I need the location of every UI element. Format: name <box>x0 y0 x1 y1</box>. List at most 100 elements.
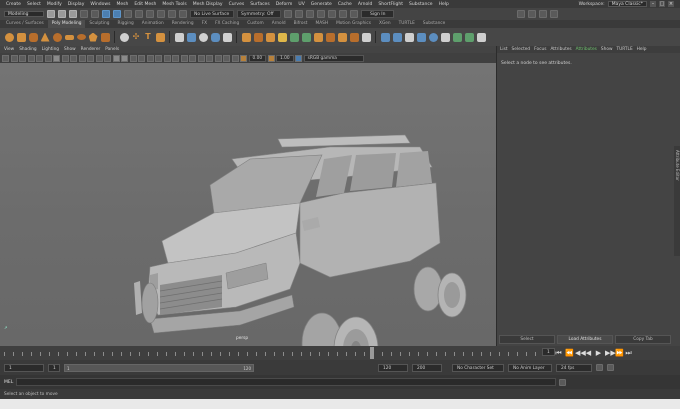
panel-menu-show[interactable]: Show <box>64 47 76 52</box>
exposure-icon[interactable] <box>240 54 247 62</box>
fps-dropdown[interactable]: 24 fps <box>556 363 592 372</box>
go-to-end-icon[interactable]: ⏭ <box>625 349 632 357</box>
separate-icon[interactable] <box>186 31 196 43</box>
planar-map-icon[interactable] <box>392 31 402 43</box>
playback-end-field[interactable]: 120 <box>378 363 408 372</box>
shelf-tab[interactable]: FX <box>198 20 211 28</box>
ae-tab-attributes[interactable]: Attributes <box>550 47 571 52</box>
xray-icon[interactable] <box>214 54 222 62</box>
playback-start-field[interactable]: 1 <box>48 363 60 372</box>
menu-display[interactable]: Display <box>68 2 85 7</box>
select-camera-icon[interactable] <box>2 54 9 62</box>
snap-view-icon[interactable] <box>168 10 176 18</box>
shelf-tab[interactable]: FX Caching <box>211 20 243 28</box>
multi-cut-icon[interactable] <box>313 31 323 43</box>
append-polygon-icon[interactable] <box>289 31 299 43</box>
screen-space-ao-icon[interactable] <box>172 54 179 62</box>
ae-tab-turtle[interactable]: TURTLE <box>616 47 632 52</box>
go-to-start-icon[interactable]: ⏮ <box>555 349 562 357</box>
wireframe-icon[interactable] <box>112 54 120 62</box>
bridge-icon[interactable] <box>265 31 275 43</box>
render-view-icon[interactable] <box>295 10 303 18</box>
poly-cube-icon[interactable] <box>16 31 26 43</box>
move-tool-icon[interactable]: ✣ <box>131 31 141 43</box>
undo-icon[interactable] <box>80 10 88 18</box>
exposure-field[interactable]: 0.00 <box>248 54 267 62</box>
new-scene-icon[interactable] <box>47 10 55 18</box>
maximize-icon[interactable]: □ <box>659 1 665 7</box>
open-scene-icon[interactable] <box>58 10 66 18</box>
tool-settings-icon[interactable] <box>550 10 559 18</box>
mirror-icon[interactable] <box>222 31 232 43</box>
menu-edit-mesh[interactable]: Edit Mesh <box>134 2 156 7</box>
shelf-tab[interactable]: Arnold <box>268 20 290 28</box>
anim-layer-dropdown[interactable]: No Anim Layer <box>508 363 552 372</box>
view-transform-dropdown[interactable]: sRGB gamma <box>303 54 364 62</box>
select-button[interactable]: Select <box>499 335 555 344</box>
shelf-tab[interactable]: Motion Graphics <box>332 20 375 28</box>
bookmark-icon[interactable] <box>19 54 26 62</box>
layout-uv-icon[interactable] <box>476 31 486 43</box>
attribute-editor-side-tab[interactable]: Attribute Editor <box>674 146 680 256</box>
poly-plane-icon[interactable] <box>64 31 74 43</box>
fill-hole-icon[interactable] <box>301 31 311 43</box>
animation-end-field[interactable]: 200 <box>412 363 442 372</box>
motion-blur-icon[interactable] <box>180 54 188 62</box>
menu-create[interactable]: Create <box>6 2 21 7</box>
menu-deform[interactable]: Deform <box>276 2 293 7</box>
panel-menu-lighting[interactable]: Lighting <box>42 47 59 52</box>
safe-action-icon[interactable] <box>95 54 103 62</box>
ae-tab-help[interactable]: Help <box>637 47 647 52</box>
ae-tab-list[interactable]: List <box>500 47 508 52</box>
shelf-tab[interactable]: MASH <box>311 20 332 28</box>
menu-substance[interactable]: Substance <box>409 2 433 7</box>
ipr-render-icon[interactable] <box>317 10 325 18</box>
render-setup-icon[interactable] <box>350 10 358 18</box>
script-editor-icon[interactable] <box>559 378 567 386</box>
shelf-tab[interactable]: Bifrost <box>290 20 312 28</box>
menu-arnold[interactable]: Arnold <box>358 2 373 7</box>
cylindrical-map-icon[interactable] <box>416 31 426 43</box>
snap-point-icon[interactable] <box>157 10 165 18</box>
insert-edge-loop-icon[interactable] <box>349 31 359 43</box>
step-back-frame-icon[interactable]: ◀◀ <box>575 349 586 357</box>
symmetry-dropdown[interactable]: Symmetry: Off <box>237 10 281 18</box>
menu-cache[interactable]: Cache <box>338 2 352 7</box>
menu-uv[interactable]: UV <box>298 2 304 7</box>
time-slider[interactable]: 1 ⏮ ⏪ ◀◀ ◀ ▶ ▶▶ ⏩ ⏭ <box>0 346 680 360</box>
suv-model[interactable] <box>0 63 496 346</box>
character-set-dropdown[interactable]: No Character Set <box>452 363 504 372</box>
boolean-icon[interactable] <box>210 31 220 43</box>
film-gate-icon[interactable] <box>61 54 69 62</box>
auto-key-icon[interactable] <box>596 364 603 371</box>
live-surface-field[interactable]: No Live Surface <box>190 10 234 18</box>
ae-tab-active[interactable]: Attributes <box>576 47 597 52</box>
bridge-edge-icon[interactable] <box>277 31 287 43</box>
construction-history-icon[interactable] <box>284 10 292 18</box>
command-line-language[interactable]: MEL <box>4 380 13 385</box>
range-bar[interactable]: 1 120 <box>64 363 254 372</box>
combine-icon[interactable] <box>174 31 184 43</box>
sew-uv-icon[interactable] <box>452 31 462 43</box>
connect-icon[interactable] <box>337 31 347 43</box>
menu-mesh-tools[interactable]: Mesh Tools <box>162 2 186 7</box>
ae-tab-show[interactable]: Show <box>601 47 613 52</box>
gate-mask-icon[interactable] <box>78 54 86 62</box>
sphere-wire-icon[interactable] <box>119 31 129 43</box>
menu-mesh[interactable]: Mesh <box>116 2 128 7</box>
svg-tool-icon[interactable] <box>155 31 165 43</box>
close-icon[interactable]: × <box>668 1 674 7</box>
current-frame-field[interactable]: 1 <box>542 348 555 356</box>
save-scene-icon[interactable] <box>69 10 77 18</box>
shelf-tab[interactable]: Custom <box>243 20 267 28</box>
textured-icon[interactable] <box>146 54 154 62</box>
minimize-icon[interactable]: – <box>650 1 656 7</box>
menu-generate[interactable]: Generate <box>311 2 332 7</box>
menu-modify[interactable]: Modify <box>47 2 62 7</box>
target-weld-icon[interactable] <box>325 31 335 43</box>
modeling-toolkit-icon[interactable] <box>517 10 526 18</box>
animation-prefs-icon[interactable] <box>607 364 614 371</box>
menu-shortflight[interactable]: ShortFlight <box>378 2 403 7</box>
spherical-map-icon[interactable] <box>428 31 438 43</box>
xray-joints-icon[interactable] <box>223 54 230 62</box>
